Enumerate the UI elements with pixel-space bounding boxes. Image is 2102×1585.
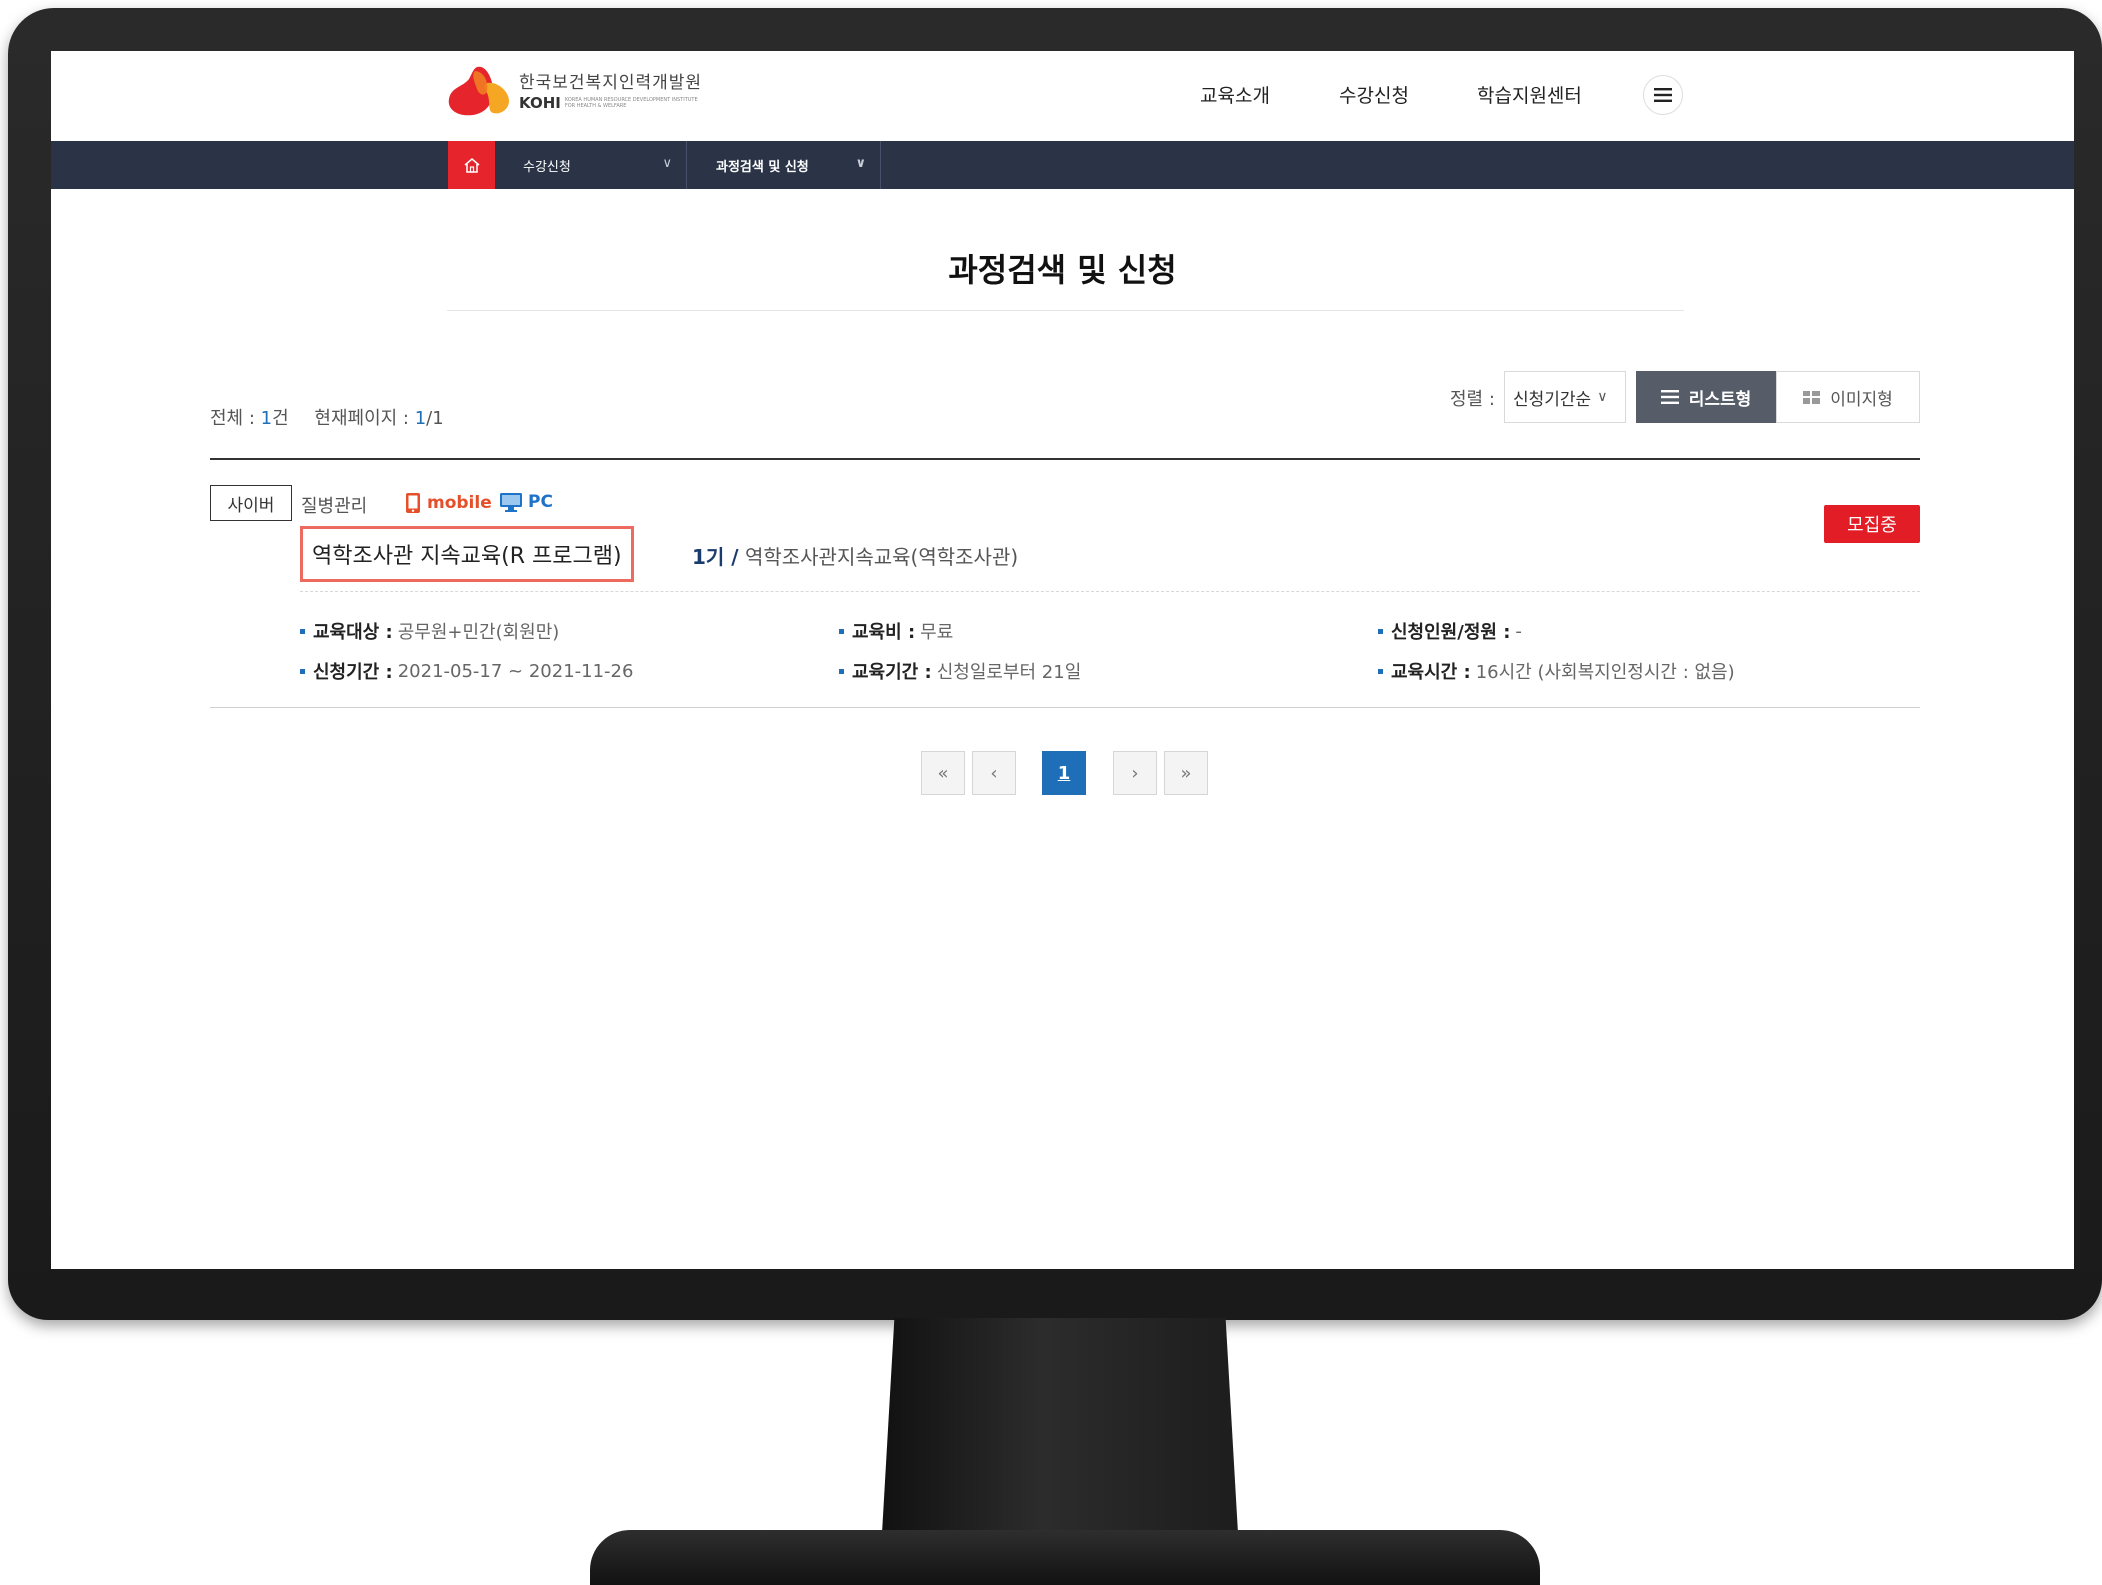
info-fee: 교육비 : 무료 [839,618,953,644]
logo-korean-name: 한국보건복지인력개발원 [519,73,703,93]
info-capacity: 신청인원/정원 : - [1378,618,1522,644]
bullet-icon [300,668,305,674]
breadcrumb-nav: 수강신청 ∨ 과정검색 및 신청 ∨ [51,141,2074,189]
bullet-icon [839,668,844,674]
list-bottom-border [210,707,1920,708]
last-page-button[interactable]: » [1164,751,1208,795]
hamburger-icon [1654,88,1672,102]
info-target: 교육대상 : 공무원+민간(회원만) [300,618,559,644]
pc-badge: PC [499,492,553,512]
page-label: 현재페이지 : [314,408,415,429]
current-page: 1 [414,408,427,429]
total-unit: 건 [272,408,289,429]
nav-item-enroll[interactable]: 수강신청 [1339,81,1409,108]
pc-monitor-icon [500,493,522,512]
first-page-button[interactable]: « [921,751,965,795]
info-application-period: 신청기간 : 2021-05-17 ~ 2021-11-26 [300,658,633,684]
item-divider [300,591,1920,592]
pc-label: PC [528,492,553,512]
page-button-1[interactable]: 1 [1042,751,1086,795]
chevron-down-icon: ∨ [1597,389,1608,405]
course-subtitle[interactable]: 1기 / 역학조사관지속교육(역학조사관) [692,541,1018,570]
course-category: 질병관리 [301,496,368,517]
info-value: - [1515,620,1522,642]
title-divider [447,310,1684,311]
info-education-hours: 교육시간 : 16시간 (사회복지인정시간 : 없음) [1378,658,1735,684]
course-generation: 1기 / [692,545,739,569]
page-total: /1 [426,408,444,429]
list-view-button[interactable]: 리스트형 [1636,371,1776,423]
next-page-button[interactable]: › [1113,751,1157,795]
info-value: 2021-05-17 ~ 2021-11-26 [397,660,634,682]
sort-select[interactable]: 신청기간순 ∨ [1504,371,1626,423]
breadcrumb-select-level1[interactable]: 수강신청 ∨ [495,141,687,189]
info-key: 교육비 : [852,622,916,643]
total-count: 1 [260,408,273,429]
mobile-label: mobile [427,493,492,513]
home-icon [464,158,479,173]
breadcrumb-level2-label: 과정검색 및 신청 [716,159,809,175]
list-top-border [210,458,1920,460]
total-label: 전체 : [210,408,261,429]
prev-page-button[interactable]: ‹ [972,751,1016,795]
info-value: 공무원+민간(회원만) [397,622,560,643]
info-value: 신청일로부터 21일 [936,662,1082,683]
mobile-badge: mobile [405,492,492,514]
hamburger-menu-button[interactable] [1643,75,1683,115]
status-badge: 모집중 [1824,505,1920,543]
sort-selected-value: 신청기간순 [1513,389,1592,410]
course-title: 역학조사관 지속교육(R 프로그램) [312,544,622,569]
info-key: 신청기간 : [313,662,393,683]
bullet-icon [1378,628,1383,634]
chevron-down-icon: ∨ [855,156,866,171]
info-key: 교육대상 : [313,622,393,643]
info-value: 무료 [920,622,954,643]
mobile-icon [406,493,420,513]
logo-english-name: KOHI [519,94,561,112]
site-header: 한국보건복지인력개발원 KOHI KOREA HUMAN RESOURCE DE… [51,51,2074,141]
info-education-period: 교육기간 : 신청일로부터 21일 [839,658,1081,684]
course-title-link[interactable]: 역학조사관 지속교육(R 프로그램) [300,526,634,582]
list-icon [1660,390,1679,404]
logo-text[interactable]: 한국보건복지인력개발원 KOHI KOREA HUMAN RESOURCE DE… [519,74,705,112]
info-key: 교육기간 : [852,662,932,683]
monitor-screen: 한국보건복지인력개발원 KOHI KOREA HUMAN RESOURCE DE… [51,51,2074,1269]
bullet-icon [300,628,305,634]
info-key: 교육시간 : [1391,662,1471,683]
grid-icon [1803,390,1821,404]
nav-item-support-center[interactable]: 학습지원센터 [1477,81,1582,108]
result-summary: 전체 : 1건 현재페이지 : 1/1 [210,404,444,430]
page-title: 과정검색 및 신청 [948,251,1177,289]
bullet-icon [1378,668,1383,674]
bullet-icon [839,628,844,634]
list-view-label: 리스트형 [1688,389,1752,410]
course-subtitle-text: 역학조사관지속교육(역학조사관) [744,545,1019,569]
kohi-logo-icon[interactable] [447,65,512,117]
chevron-down-icon: ∨ [662,156,672,171]
nav-item-intro[interactable]: 교육소개 [1200,81,1270,108]
course-type-tag: 사이버 [210,485,292,521]
info-key: 신청인원/정원 : [1391,622,1511,643]
sort-label: 정렬 : [1450,389,1495,410]
logo-subtitle: KOREA HUMAN RESOURCE DEVELOPMENT INSTITU… [564,97,698,109]
breadcrumb-select-level2[interactable]: 과정검색 및 신청 ∨ [687,141,881,189]
info-value: 16시간 (사회복지인정시간 : 없음) [1475,662,1735,683]
breadcrumb-level1-label: 수강신청 [523,159,571,175]
home-button[interactable] [448,141,495,189]
image-view-label: 이미지형 [1830,389,1893,410]
monitor-stand [590,1530,1540,1585]
image-view-button[interactable]: 이미지형 [1776,371,1920,423]
